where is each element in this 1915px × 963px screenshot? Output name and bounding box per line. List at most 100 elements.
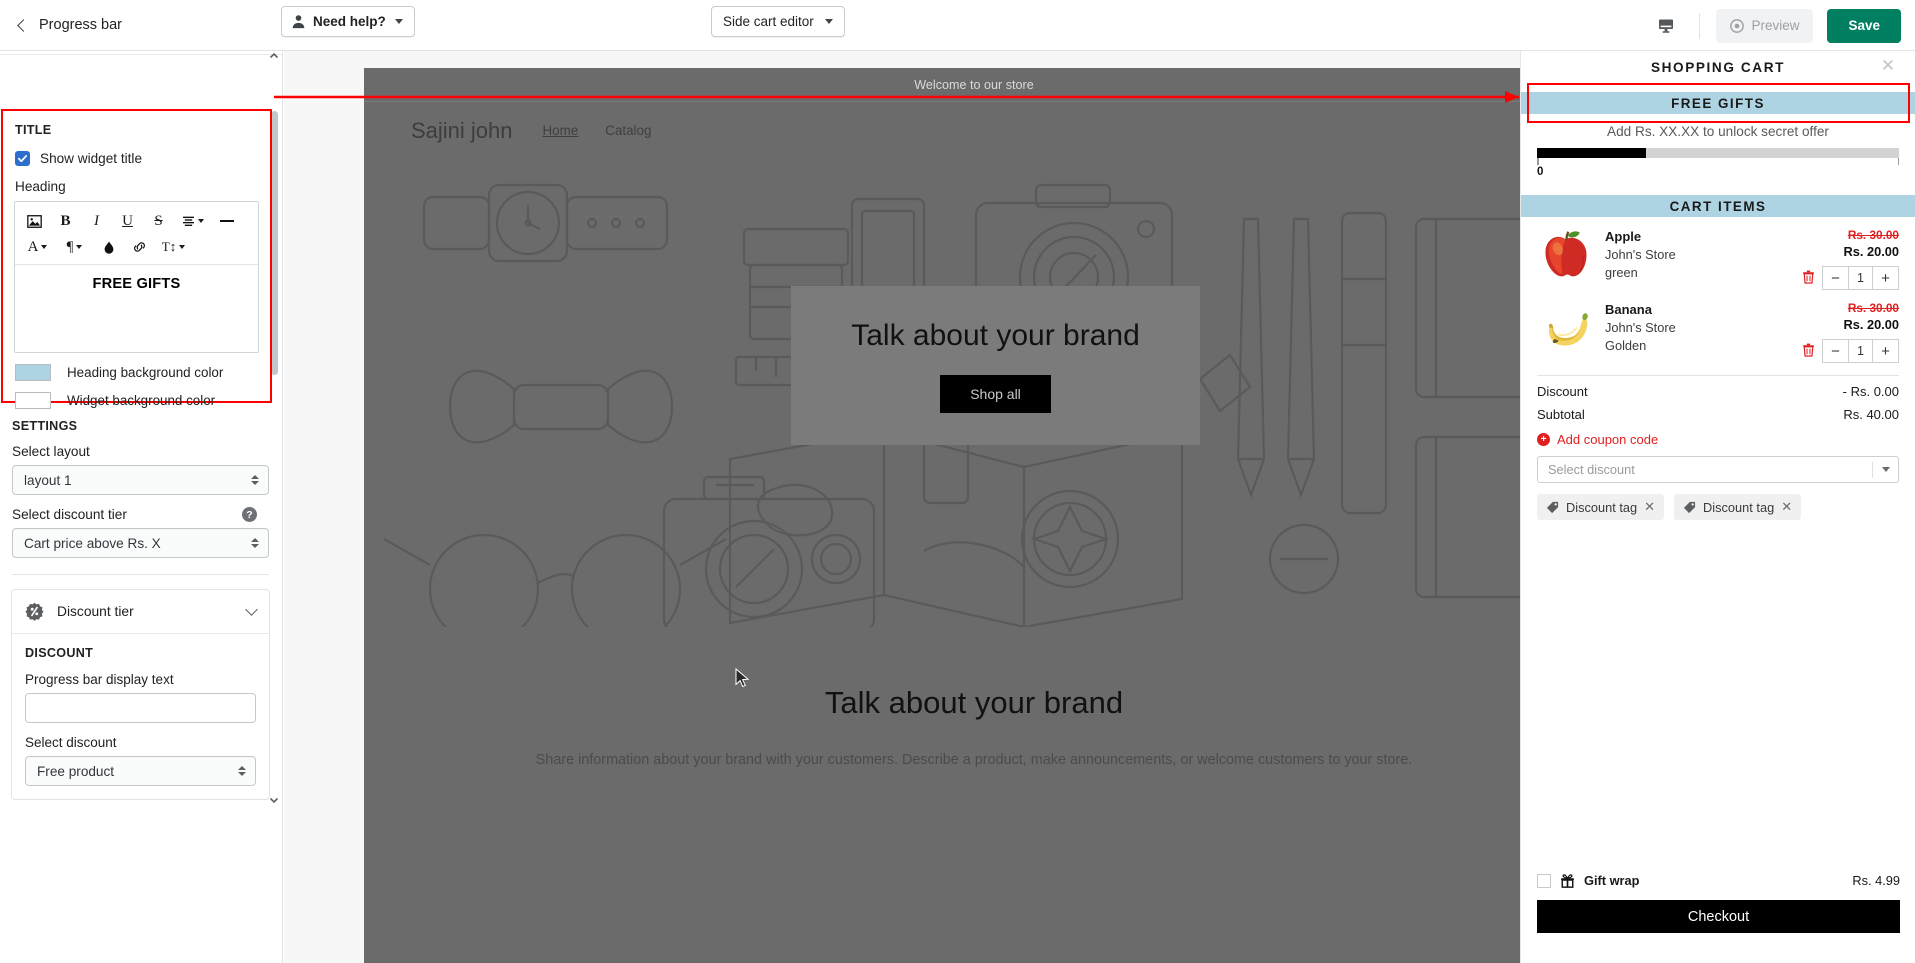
gift-wrap-price: Rs. 4.99 xyxy=(1852,873,1900,888)
checkmark-icon xyxy=(17,155,28,163)
image-icon[interactable] xyxy=(19,208,50,234)
italic-icon[interactable]: I xyxy=(81,208,112,234)
question-mark-icon[interactable]: ? xyxy=(242,507,257,522)
need-help-button[interactable]: Need help? xyxy=(281,6,415,37)
combobox-toggle[interactable] xyxy=(1872,461,1890,478)
save-button[interactable]: Save xyxy=(1827,8,1901,43)
widget-background-color-swatch[interactable] xyxy=(15,392,51,409)
increase-quantity-button[interactable]: + xyxy=(1873,267,1898,289)
text-color-icon[interactable]: A xyxy=(19,234,56,260)
select-discount-tier-dropdown[interactable]: Cart price above Rs. X xyxy=(12,528,269,558)
side-cart-preview: SHOPPING CART ✕ FREE GIFTS Add Rs. XX.XX… xyxy=(1520,51,1915,963)
progress-bar-text-input[interactable] xyxy=(25,693,256,723)
cart-item-right: Rs. 30.00 Rs. 20.00 − 1 + xyxy=(1802,299,1899,363)
horizontal-rule-icon[interactable] xyxy=(211,208,242,234)
cart-item-vendor: John's Store xyxy=(1605,320,1676,335)
highlight-icon[interactable] xyxy=(93,234,124,260)
bold-icon[interactable]: B xyxy=(50,208,81,234)
rte-toolbar-row-2: A ¶ T↕ xyxy=(19,234,254,260)
heading-bg-color-row[interactable]: Heading background color xyxy=(3,353,270,381)
gift-icon xyxy=(1561,874,1574,888)
discount-value: - Rs. 0.00 xyxy=(1842,384,1899,399)
discount-tag-list: Discount tag ✕ Discount tag ✕ xyxy=(1521,483,1915,520)
sidebar-top-divider xyxy=(0,51,282,55)
discount-tag[interactable]: Discount tag ✕ xyxy=(1674,494,1802,520)
add-coupon-code-label: Add coupon code xyxy=(1557,432,1659,447)
announcement-bar: Welcome to our store xyxy=(364,68,1584,102)
store-brand-name[interactable]: Sajini john xyxy=(411,118,513,144)
settings-section: SETTINGS Select layout layout 1 Select d… xyxy=(0,413,281,800)
cart-item-price: Rs. 20.00 xyxy=(1843,317,1900,332)
widget-bg-color-row[interactable]: Widget background color xyxy=(3,381,270,409)
cart-item-name[interactable]: Banana xyxy=(1605,302,1676,317)
discount-tier-card-title: Discount tier xyxy=(57,604,134,619)
checkout-button[interactable]: Checkout xyxy=(1537,900,1900,933)
decrease-quantity-button[interactable]: − xyxy=(1823,340,1848,362)
chevron-down-icon xyxy=(179,245,186,249)
increase-quantity-button[interactable]: + xyxy=(1873,340,1898,362)
decrease-quantity-button[interactable]: − xyxy=(1823,267,1848,289)
align-icon[interactable] xyxy=(174,208,211,234)
hero-content-card: Talk about your brand Shop all xyxy=(791,286,1200,445)
add-coupon-code-link[interactable]: + Add coupon code xyxy=(1521,422,1915,447)
free-gifts-banner: FREE GIFTS xyxy=(1521,92,1915,114)
settings-section-label: SETTINGS xyxy=(12,419,78,433)
settings-sidebar: TITLE Show widget title Heading B I U S … xyxy=(0,51,283,963)
preview-button[interactable]: Preview xyxy=(1716,8,1814,43)
select-discount-combobox[interactable]: Select discount xyxy=(1537,456,1899,483)
line-height-icon[interactable]: T↕ xyxy=(155,234,192,260)
back-to-progress-bar[interactable]: Progress bar xyxy=(17,17,123,33)
remove-item-icon[interactable] xyxy=(1802,270,1815,287)
sidebar-scrollbar[interactable] xyxy=(271,57,278,793)
heading-background-color-label: Heading background color xyxy=(67,365,224,380)
chevron-down-icon[interactable] xyxy=(245,603,258,616)
scroll-up-arrow-icon[interactable] xyxy=(268,51,280,61)
select-layout-dropdown[interactable]: layout 1 xyxy=(12,465,269,495)
gift-wrap-label: Gift wrap xyxy=(1584,873,1640,888)
progress-bar-min-label: 0 xyxy=(1537,166,1544,178)
quantity-value[interactable]: 1 xyxy=(1848,340,1873,362)
chevron-down-icon xyxy=(41,245,48,249)
select-discount-dropdown[interactable]: Free product xyxy=(25,756,256,786)
cart-line-item: Banana John's Store Golden Rs. 30.00 Rs.… xyxy=(1521,290,1915,363)
mouse-cursor-icon xyxy=(735,668,750,688)
save-label: Save xyxy=(1848,18,1880,33)
nav-link-catalog[interactable]: Catalog xyxy=(605,123,651,138)
select-layout-label: Select layout xyxy=(12,444,90,459)
underline-icon[interactable]: U xyxy=(112,208,143,234)
show-widget-title-row[interactable]: Show widget title xyxy=(3,137,270,166)
heading-background-color-swatch[interactable] xyxy=(15,364,51,381)
tag-icon xyxy=(1683,501,1696,513)
discount-tag[interactable]: Discount tag ✕ xyxy=(1537,494,1665,520)
hero-section: Talk about your brand Shop all xyxy=(364,159,1584,627)
cart-item-variant: green xyxy=(1605,265,1638,280)
nav-link-home[interactable]: Home xyxy=(543,123,579,138)
heading-editor-value: FREE GIFTS xyxy=(92,276,181,292)
shop-all-button[interactable]: Shop all xyxy=(940,374,1051,413)
gift-wrap-row[interactable]: Gift wrap Rs. 4.99 xyxy=(1521,873,1915,888)
page-title: Progress bar xyxy=(39,17,123,33)
hero-title: Talk about your brand xyxy=(851,318,1140,352)
select-discount-label: Select discount xyxy=(25,735,117,750)
eye-icon xyxy=(1730,18,1745,33)
cart-item-name[interactable]: Apple xyxy=(1605,229,1676,244)
paragraph-icon[interactable]: ¶ xyxy=(56,234,93,260)
quantity-value[interactable]: 1 xyxy=(1848,267,1873,289)
desktop-view-button[interactable] xyxy=(1645,8,1687,44)
side-cart-editor-dropdown[interactable]: Side cart editor xyxy=(711,6,845,37)
remove-tag-icon[interactable]: ✕ xyxy=(1781,499,1792,515)
title-section-highlight: TITLE Show widget title Heading B I U S … xyxy=(1,109,272,409)
show-widget-title-checkbox[interactable] xyxy=(15,151,30,166)
discount-tier-card-header[interactable]: Discount tier xyxy=(12,590,269,634)
remove-item-icon[interactable] xyxy=(1802,343,1815,360)
strikethrough-icon[interactable]: S xyxy=(143,208,174,234)
select-discount-tier-value: Cart price above Rs. X xyxy=(24,535,161,551)
scroll-down-arrow-icon[interactable] xyxy=(268,793,280,805)
scrollbar-thumb[interactable] xyxy=(271,111,278,375)
link-icon[interactable] xyxy=(124,234,155,260)
heading-editor-content[interactable]: FREE GIFTS xyxy=(15,264,258,352)
close-icon[interactable]: ✕ xyxy=(1879,57,1897,75)
stepper-arrows-icon xyxy=(251,475,259,485)
gift-wrap-checkbox[interactable] xyxy=(1537,873,1551,888)
remove-tag-icon[interactable]: ✕ xyxy=(1644,499,1655,515)
